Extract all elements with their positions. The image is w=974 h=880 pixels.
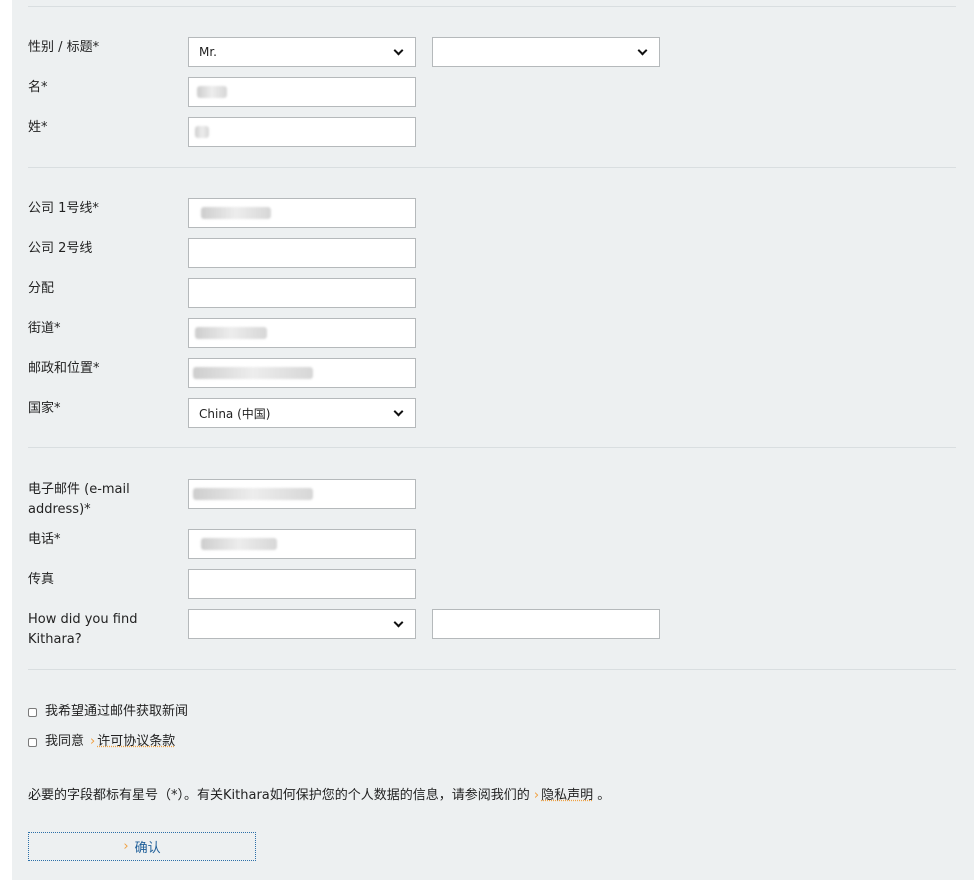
newsletter-checkbox[interactable] [28,707,37,717]
postal-label: 邮政和位置* [28,361,100,376]
salutation-select[interactable]: Mr. [188,37,416,67]
department-input[interactable] [188,278,416,308]
divider [28,447,956,448]
chevron-right-icon: › [123,839,129,854]
chevron-down-icon [637,46,649,58]
confirm-label: 确认 [134,841,161,856]
registration-form: 性别 / 标题* Mr. 名* 姓* 公司 1号线* 公司 2号线 分配 街道*… [12,0,974,880]
license-link[interactable]: › 许可协议条款 [90,732,175,752]
note-text: 必要的字段都标有星号（*）。有关Kithara如何保护您的个人数据的信息，请参阅… [28,788,530,803]
postal-input[interactable] [188,358,416,388]
agree-label: 我同意 [45,734,85,749]
newsletter-label: 我希望通过邮件获取新闻 [45,704,189,719]
salutation-value: Mr. [199,45,217,59]
chevron-down-icon [393,618,405,630]
fax-input[interactable] [188,569,416,599]
company-line2-input[interactable] [188,238,416,268]
street-label: 街道* [28,321,61,336]
phone-input[interactable] [188,529,416,559]
salutation-label: 性别 / 标题* [28,40,100,55]
confirm-button[interactable]: › 确认 [28,832,256,861]
chevron-down-icon [393,46,405,58]
divider [28,669,956,670]
redacted-value [201,207,271,219]
required-note: 必要的字段都标有星号（*）。有关Kithara如何保护您的个人数据的信息，请参阅… [28,786,610,806]
found-select[interactable] [188,609,416,639]
company-line1-label: 公司 1号线* [28,201,99,216]
redacted-value [193,488,313,500]
lastname-input[interactable] [188,117,416,147]
license-link-text[interactable]: 许可协议条款 [97,734,175,749]
redacted-value [201,538,277,550]
privacy-link[interactable]: › 隐私声明 [534,788,597,803]
divider [28,6,956,7]
firstname-label: 名* [28,80,48,95]
chevron-right-icon: › [533,788,540,803]
street-input[interactable] [188,318,416,348]
license-checkbox[interactable] [28,737,37,747]
fax-label: 传真 [28,572,55,587]
country-value: China (中国) [199,406,271,421]
redacted-value [193,367,313,379]
department-label: 分配 [28,281,55,296]
firstname-input[interactable] [188,77,416,107]
redacted-value [195,126,209,138]
redacted-value [197,86,227,98]
phone-label: 电话* [28,532,61,547]
license-option[interactable]: 我同意 › 许可协议条款 [28,732,175,752]
chevron-right-icon: › [90,734,96,749]
lastname-label: 姓* [28,120,48,135]
company-line1-input[interactable] [188,198,416,228]
chevron-down-icon [393,407,405,419]
privacy-link-text[interactable]: 隐私声明 [541,788,593,803]
country-label: 国家* [28,401,61,416]
found-other-input[interactable] [432,609,660,639]
newsletter-option[interactable]: 我希望通过邮件获取新闻 [28,702,188,722]
email-input[interactable] [188,479,416,509]
country-select[interactable]: China (中国) [188,398,416,428]
redacted-value [195,327,267,339]
note-suffix: 。 [597,788,611,803]
email-label: 电子邮件 (e-mail address)* [28,482,130,517]
company-line2-label: 公司 2号线 [28,241,93,256]
divider [28,167,956,168]
title-select[interactable] [432,37,660,67]
found-label: How did you find Kithara? [28,612,138,647]
